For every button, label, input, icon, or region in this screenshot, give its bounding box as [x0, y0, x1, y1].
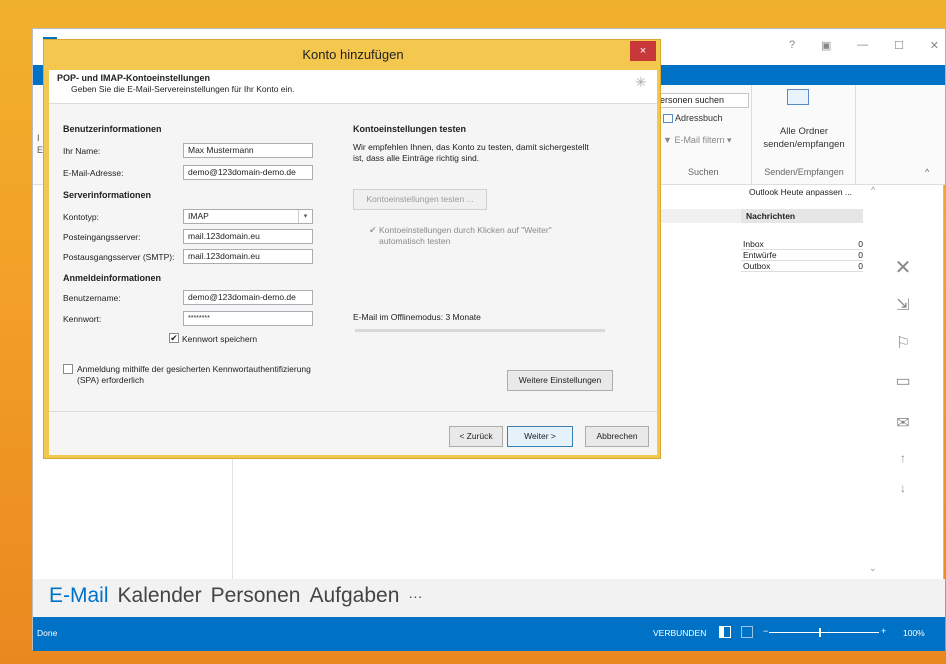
maximize-icon[interactable]: ☐	[894, 39, 904, 52]
minimize-icon[interactable]: —	[857, 39, 868, 52]
name-field[interactable]: Max Mustermann	[183, 143, 313, 158]
username-label: Benutzername:	[63, 293, 121, 303]
close-window-icon[interactable]: ✕	[930, 39, 939, 52]
auto-test-label: Kontoeinstellungen durch Klicken auf "We…	[379, 225, 552, 246]
arrow-down-icon[interactable]: ↓	[893, 481, 913, 511]
move-icon[interactable]: ⇲	[893, 295, 913, 333]
incoming-server-label: Posteingangsserver:	[63, 232, 141, 242]
ribbon-divider	[855, 85, 856, 185]
read-mail-icon[interactable]: ✉	[893, 413, 913, 451]
delete-icon[interactable]: ✕	[893, 255, 913, 295]
chevron-down-icon: ▾	[298, 210, 312, 223]
outlook-today-header: Outlook Heute anpassen ... ^	[693, 185, 893, 199]
nav-mail[interactable]: E-Mail	[49, 584, 109, 608]
outgoing-server-field[interactable]: mail.123domain.eu	[183, 249, 313, 264]
dialog-footer: < Zurück Weiter > Abbrechen	[49, 411, 657, 455]
scroll-down-icon[interactable]: ⌄	[869, 563, 877, 574]
wizard-cursor-icon: ✳	[635, 74, 647, 90]
dialog-close-button[interactable]: ×	[630, 41, 656, 61]
spa-checkbox[interactable]	[63, 364, 73, 374]
dialog-header: POP- und IMAP-Kontoeinstellungen Geben S…	[49, 70, 657, 104]
flag-icon[interactable]: ⚐	[893, 333, 913, 371]
nav-more-icon[interactable]: ···	[408, 588, 422, 604]
test-settings-heading: Kontoeinstellungen testen	[353, 124, 467, 134]
reading-view-icon[interactable]	[741, 626, 753, 638]
messages-header: Nachrichten	[741, 209, 863, 223]
password-label: Kennwort:	[63, 314, 102, 324]
email-label: E-Mail-Adresse:	[63, 168, 124, 178]
account-type-label: Kontotyp:	[63, 212, 99, 222]
remember-password-checkbox[interactable]: ✔	[169, 333, 179, 343]
group-send-receive-label: Senden/Empfangen	[764, 167, 844, 177]
list-item[interactable]: Outbox 0	[741, 261, 863, 272]
zoom-slider[interactable]	[769, 628, 879, 637]
search-people-input[interactable]: ersonen suchen	[657, 93, 749, 108]
send-receive-icon	[783, 89, 813, 113]
list-item[interactable]: Inbox 0	[741, 239, 863, 250]
address-book-button[interactable]: Adressbuch	[663, 113, 723, 124]
email-field[interactable]: demo@123domain-demo.de	[183, 165, 313, 180]
right-action-bar: ✕ ⇲ ⚐ ▭ ✉ ↑ ↓	[893, 255, 923, 511]
back-button[interactable]: < Zurück	[449, 426, 503, 447]
dialog-header-subtitle: Geben Sie die E-Mail-Servereinstellungen…	[71, 84, 295, 94]
status-bar: Done VERBUNDEN − + 100%	[33, 617, 945, 651]
name-label: Ihr Name:	[63, 146, 101, 156]
filter-email-button[interactable]: ▼ E-Mail filtern ▾	[663, 135, 731, 146]
offline-mode-slider[interactable]	[355, 329, 605, 332]
dialog-body: POP- und IMAP-Kontoeinstellungen Geben S…	[49, 70, 657, 455]
dialog-title: Konto hinzufügen	[302, 47, 404, 62]
normal-view-icon[interactable]	[719, 626, 731, 638]
test-settings-button[interactable]: Kontoeinstellungen testen ...	[353, 189, 487, 210]
window-controls: ? ▣ — ☐ ✕	[789, 39, 939, 52]
username-field[interactable]: demo@123domain-demo.de	[183, 290, 313, 305]
zoom-out-icon[interactable]: −	[763, 626, 768, 636]
ribbon-divider	[751, 85, 752, 185]
password-field[interactable]: ********	[183, 311, 313, 326]
zoom-in-icon[interactable]: +	[881, 626, 886, 636]
add-account-dialog: Konto hinzufügen × POP- und IMAP-Kontoei…	[43, 39, 661, 459]
test-settings-description: Wir empfehlen Ihnen, das Konto zu testen…	[353, 142, 589, 163]
dialog-content: Benutzerinformationen Ihr Name: Max Must…	[49, 104, 657, 411]
nav-tasks[interactable]: Aufgaben	[309, 584, 399, 608]
cancel-button[interactable]: Abbrechen	[585, 426, 649, 447]
address-book-icon	[663, 114, 673, 124]
ribbon-left-letter: I	[37, 133, 40, 143]
nav-calendar[interactable]: Kalender	[118, 584, 202, 608]
incoming-server-field[interactable]: mail.123domain.eu	[183, 229, 313, 244]
user-info-heading: Benutzerinformationen	[63, 124, 162, 134]
messages-list: Inbox 0 Entwürfe 0 Outbox 0	[741, 239, 863, 272]
archive-icon[interactable]: ▭	[893, 371, 913, 413]
auto-test-checkbox[interactable]: ✔	[369, 225, 377, 236]
account-type-select[interactable]: IMAP ▾	[183, 209, 313, 224]
send-receive-all-button[interactable]: Alle Ordner senden/empfangen	[753, 125, 855, 151]
nav-people[interactable]: Personen	[211, 584, 301, 608]
next-button[interactable]: Weiter >	[507, 426, 573, 447]
remember-password-label: Kennwort speichern	[182, 334, 258, 344]
connection-status: VERBUNDEN	[653, 628, 707, 638]
help-icon[interactable]: ?	[789, 39, 795, 52]
filter-icon: ▼	[663, 135, 672, 145]
more-settings-button[interactable]: Weitere Einstellungen	[507, 370, 613, 391]
outgoing-server-label: Postausgangsserver (SMTP):	[63, 252, 175, 262]
offline-mode-label: E-Mail im Offlinemodus: 3 Monate	[353, 312, 481, 322]
scroll-up-icon[interactable]: ^	[871, 185, 875, 195]
zoom-level[interactable]: 100%	[903, 628, 925, 638]
navigation-bar: E-Mail Kalender Personen Aufgaben ···	[33, 579, 945, 617]
spa-label: Anmeldung mithilfe der gesicherten Kennw…	[77, 364, 311, 385]
group-search-label: Suchen	[688, 167, 719, 177]
status-text: Done	[37, 628, 58, 638]
ribbon-display-icon[interactable]: ▣	[821, 39, 831, 52]
dialog-header-title: POP- und IMAP-Kontoeinstellungen	[57, 73, 210, 83]
offline-mode-value: 3 Monate	[445, 312, 481, 322]
customize-today-link[interactable]: Outlook Heute anpassen ...	[749, 187, 852, 197]
list-item[interactable]: Entwürfe 0	[741, 250, 863, 261]
login-info-heading: Anmeldeinformationen	[63, 273, 162, 283]
server-info-heading: Serverinformationen	[63, 190, 152, 200]
arrow-up-icon[interactable]: ↑	[893, 451, 913, 481]
collapse-ribbon-icon[interactable]: ^	[925, 167, 929, 177]
